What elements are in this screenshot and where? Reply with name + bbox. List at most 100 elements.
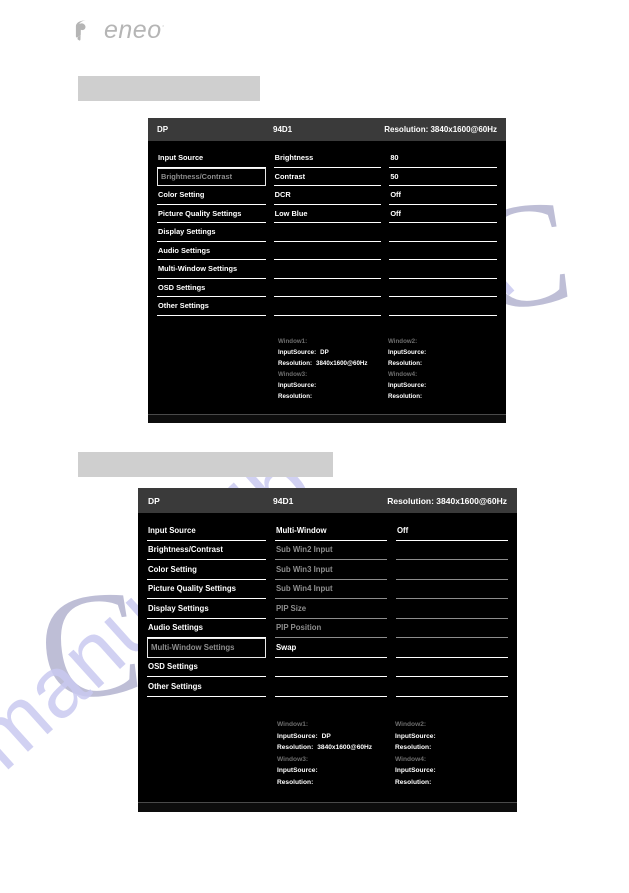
window-info-title: Window2:	[388, 338, 418, 345]
menu-item-brightness-contrast[interactable]: Brightness/Contrast	[157, 167, 266, 186]
submenu-value-pip-position	[395, 619, 508, 638]
menu-item-osd-settings[interactable]: OSD Settings	[157, 279, 266, 297]
submenu-value-dcr[interactable]: Off	[389, 186, 497, 205]
submenu-value-text: Off	[390, 208, 401, 218]
submenu-value-brightness[interactable]: 80	[389, 149, 497, 168]
window-info-input-source: InputSource:	[277, 765, 395, 777]
menu-item-label: OSD Settings	[158, 282, 206, 292]
menu-item-label: Brightness/Contrast	[148, 545, 223, 555]
header-model: 94D1	[273, 125, 293, 134]
window-info-title: Window2:	[395, 721, 427, 728]
osd-main-menu-column: Input Source Brightness/Contrast Color Set…	[147, 521, 266, 802]
window-info-column: Window2: InputSource: Resolution: Window4: I…	[395, 719, 513, 788]
header-input-source: DP	[157, 125, 169, 134]
window-info-panel: Window1: InputSource: DP Resolution: 3840x16…	[278, 336, 498, 402]
submenu-value-contrast[interactable]: 50	[389, 168, 497, 186]
osd-header: DP 94D1 Resolution: 3840x1600@60Hz	[138, 488, 517, 513]
window-info-column: Window2: InputSource: Resolution: Window4: I…	[388, 336, 498, 402]
window-info-input-source-label: InputSource:	[278, 382, 317, 389]
menu-item-multi-window-settings[interactable]: Multi-Window Settings	[147, 638, 266, 658]
submenu-value-multi-window[interactable]: Off	[395, 521, 508, 541]
submenu-item-label: Sub Win4 Input	[275, 584, 333, 594]
window-info-panel: Window1: InputSource: DP Resolution: 3840x16…	[277, 719, 513, 788]
window-info-title: Window4:	[395, 755, 427, 763]
submenu-item-label: PIP Size	[275, 603, 307, 613]
brand-name: eneo·	[104, 16, 166, 44]
menu-item-label: Audio Settings	[158, 245, 211, 255]
menu-item-other-settings[interactable]: Other Settings	[157, 297, 266, 316]
window-info-input-source-label: InputSource:	[395, 767, 436, 774]
submenu-value-blank	[389, 260, 497, 279]
submenu-item-label: Sub Win3 Input	[275, 564, 333, 574]
menu-item-color-setting[interactable]: Color Setting	[157, 186, 266, 205]
window-info-input-source-label: InputSource:	[277, 732, 318, 740]
menu-item-label: Input Source	[148, 525, 196, 535]
menu-item-display-settings[interactable]: Display Settings	[147, 599, 266, 619]
window-info-resolution: Resolution: 3840x1600@60Hz	[277, 742, 395, 754]
menu-item-display-settings[interactable]: Display Settings	[157, 223, 266, 242]
submenu-value-sub-win3-input	[395, 560, 508, 580]
submenu-item-pip-position[interactable]: PIP Position	[274, 619, 387, 638]
caption-bar-second	[78, 452, 333, 477]
submenu-item-blank	[273, 223, 382, 242]
osd-main-menu-column: Input Source Brightness/Contrast Color Set…	[157, 149, 266, 414]
submenu-item-sub-win4-input[interactable]: Sub Win4 Input	[274, 580, 387, 599]
window-info-resolution-value: 3840x1600@60Hz	[317, 744, 373, 751]
submenu-item-sub-win3-input[interactable]: Sub Win3 Input	[274, 560, 387, 580]
submenu-value-swap	[395, 638, 508, 658]
header-input-source: DP	[148, 495, 160, 506]
submenu-item-sub-win2-input[interactable]: Sub Win2 Input	[274, 541, 387, 560]
window-info-resolution-label: Resolution:	[278, 360, 313, 367]
menu-item-input-source[interactable]: Input Source	[147, 521, 266, 541]
submenu-item-blank	[273, 279, 382, 297]
menu-item-osd-settings[interactable]: OSD Settings	[147, 658, 266, 677]
menu-item-label: Color Setting	[148, 564, 197, 574]
submenu-item-blank	[273, 260, 382, 279]
submenu-value-blank	[389, 279, 497, 297]
submenu-value-low-blue[interactable]: Off	[389, 205, 497, 223]
menu-item-picture-quality-settings[interactable]: Picture Quality Settings	[157, 205, 266, 223]
osd-header: DP 94D1 Resolution: 3840x1600@60Hz	[148, 118, 506, 141]
submenu-item-pip-size[interactable]: PIP Size	[274, 599, 387, 619]
window-info-title: Window3:	[277, 755, 309, 763]
menu-item-label: Brightness/Contrast	[161, 172, 233, 182]
menu-item-audio-settings[interactable]: Audio Settings	[147, 619, 266, 638]
menu-item-label: Display Settings	[158, 227, 216, 237]
submenu-value-text: 50	[390, 171, 399, 181]
submenu-value-pip-size	[395, 599, 508, 619]
window-info-resolution-label: Resolution:	[395, 778, 432, 786]
submenu-item-label: Swap	[275, 642, 297, 652]
submenu-item-label: Multi-Window	[275, 525, 327, 535]
window-info-title: Window1:	[278, 338, 308, 345]
submenu-item-low-blue[interactable]: Low Blue	[273, 205, 382, 223]
menu-item-label: Display Settings	[148, 603, 209, 613]
menu-item-color-setting[interactable]: Color Setting	[147, 560, 266, 580]
window-info-resolution: Resolution: 3840x1600@60Hz	[278, 358, 388, 369]
submenu-item-swap[interactable]: Swap	[274, 638, 387, 658]
submenu-item-brightness[interactable]: Brightness	[273, 149, 382, 168]
window-info-input-source-label: InputSource:	[278, 349, 317, 356]
window-info-input-source: InputSource:	[388, 380, 498, 391]
submenu-value-sub-win4-input	[395, 580, 508, 599]
window-info-title: Window4:	[388, 371, 418, 378]
window-info-input-source-value: DP	[320, 349, 329, 356]
window-info-resolution-label: Resolution:	[388, 360, 423, 367]
menu-item-label: Picture Quality Settings	[148, 584, 236, 594]
header-model: 94D1	[273, 495, 294, 506]
window-info-input-source-label: InputSource:	[395, 732, 436, 740]
submenu-item-multi-window[interactable]: Multi-Window	[274, 521, 387, 541]
window-info-input-source: InputSource:	[388, 347, 498, 358]
submenu-item-label: Brightness	[274, 153, 314, 163]
submenu-item-dcr[interactable]: DCR	[273, 186, 382, 205]
menu-item-audio-settings[interactable]: Audio Settings	[157, 242, 266, 260]
menu-item-label: Color Setting	[158, 190, 205, 200]
menu-item-multi-window-settings[interactable]: Multi-Window Settings	[157, 260, 266, 279]
submenu-value-blank	[389, 297, 497, 316]
menu-item-other-settings[interactable]: Other Settings	[147, 677, 266, 697]
menu-item-input-source[interactable]: Input Source	[157, 149, 266, 168]
submenu-item-contrast[interactable]: Contrast	[273, 168, 382, 186]
window-info-resolution: Resolution:	[395, 777, 513, 789]
menu-item-brightness-contrast[interactable]: Brightness/Contrast	[147, 541, 266, 560]
header-resolution: Resolution: 3840x1600@60Hz	[387, 495, 507, 506]
menu-item-picture-quality-settings[interactable]: Picture Quality Settings	[147, 580, 266, 599]
